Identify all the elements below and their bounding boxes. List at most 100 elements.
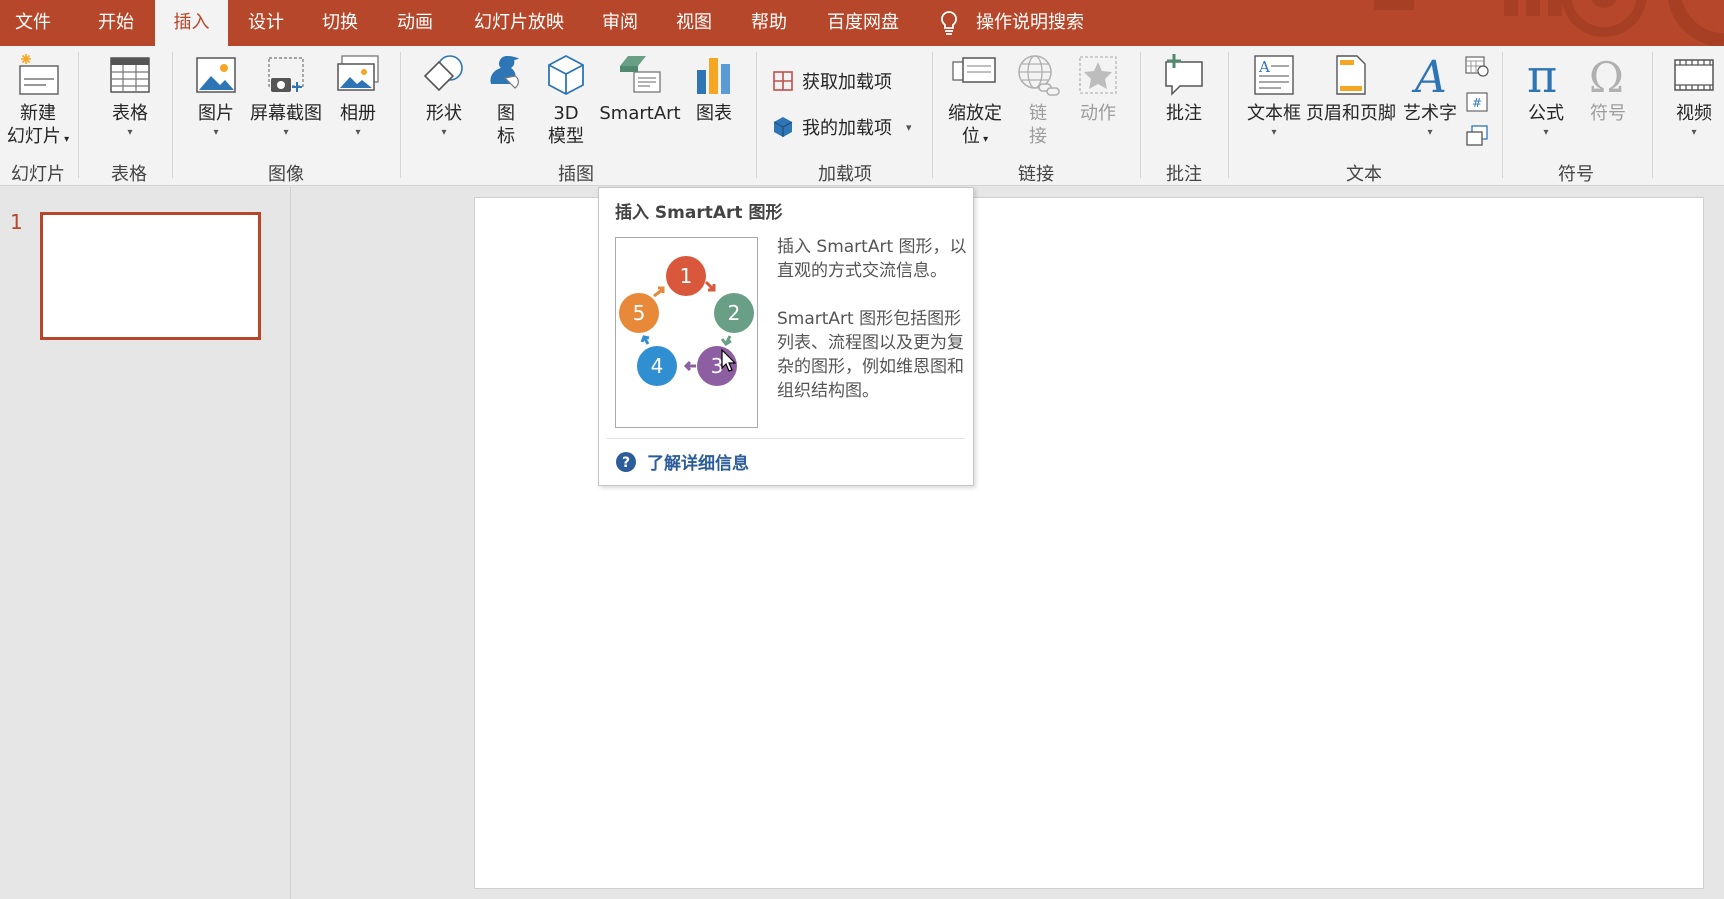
cycle-step-4: 4 [651,354,664,378]
tab-slideshow[interactable]: 幻灯片放映 [463,0,575,46]
slide-number-icon[interactable]: # [1464,90,1490,114]
object-icon[interactable] [1464,124,1490,148]
new-slide-label-1: 新建 [20,103,56,124]
link-label-1: 链 [1029,103,1047,124]
chart-icon [697,58,730,94]
video-label: 视频 [1676,103,1712,124]
star-action-icon [1079,56,1117,94]
zoom-button[interactable]: 缩放定 位 ▾ [944,52,1006,151]
tooltip-desc-1: 插入 SmartArt 图形，以直观的方式交流信息。 [777,237,967,281]
wordart-button[interactable]: A 艺术字 ▾ [1398,52,1462,139]
group-divider [1228,52,1229,178]
tooltip-title: 插入 SmartArt 图形 [615,203,783,223]
tooltip-description: 插入 SmartArt 图形，以直观的方式交流信息。 SmartArt 图形包括… [777,235,967,427]
header-footer-icon [1336,55,1366,95]
action-label: 动作 [1080,103,1116,124]
photo-album-button[interactable]: 相册 ▾ [326,52,390,139]
picture-icon [196,57,236,93]
tell-me-label: 操作说明搜索 [976,12,1084,33]
screenshot-button[interactable]: 屏幕截图 ▾ [248,52,324,139]
title-tab-bar: 文件 开始 插入 设计 切换 动画 幻灯片放映 审阅 视图 帮助 百度网盘 操作… [0,0,1724,46]
my-addins-button[interactable]: 我的加载项 ▾ [772,114,912,140]
tell-me-search[interactable]: 操作说明搜索 [938,0,1084,46]
zoom-icon [952,57,996,83]
chevron-down-icon: ▾ [60,134,70,145]
chevron-down-icon: ▾ [906,120,912,134]
icons-label-2: 标 [497,126,515,147]
tab-design[interactable]: 设计 [230,0,302,46]
globe-link-icon [1018,55,1060,96]
tooltip-divider [607,438,965,439]
store-icon [773,71,793,91]
3d-models-button[interactable]: 3D 模型 [536,52,596,148]
tab-home[interactable]: 开始 [80,0,152,46]
equation-button[interactable]: π 公式 ▾ [1516,52,1576,139]
tab-baidu-netdisk[interactable]: 百度网盘 [816,0,910,46]
group-label-addins: 加载项 [818,164,872,185]
wordart-label: 艺术字 [1403,103,1457,124]
link-label-2: 接 [1029,126,1047,147]
action-button[interactable]: 动作 [1068,52,1128,125]
group-divider [1140,52,1141,178]
screenshot-label: 屏幕截图 [250,103,322,124]
symbol-button[interactable]: Ω 符号 [1580,52,1636,125]
comment-icon [1165,54,1203,96]
video-button[interactable]: 视频 ▾ [1664,52,1724,139]
tab-review[interactable]: 审阅 [588,0,652,46]
tab-insert[interactable]: 插入 [155,0,228,46]
svg-text:A: A [1411,52,1447,98]
smartart-cycle-illustration: 1 2 3 4 5 [615,237,758,428]
svg-text:A: A [1258,58,1270,76]
tab-animations[interactable]: 动画 [378,0,452,46]
svg-text:π: π [1527,52,1557,98]
header-footer-button[interactable]: 页眉和页脚 [1304,52,1398,125]
tab-transitions[interactable]: 切换 [304,0,376,46]
icons-label-1: 图 [497,103,515,124]
get-addins-label: 获取加载项 [802,72,892,93]
get-addins-button[interactable]: 获取加载项 [772,68,892,94]
pi-icon: π [1527,52,1557,98]
decorative-pattern [1374,0,1724,46]
slide-number: 1 [10,210,23,234]
tab-file[interactable]: 文件 [0,0,66,46]
lightbulb-icon [941,11,957,35]
icons-icon [490,56,519,89]
group-label-symbols: 符号 [1558,164,1594,185]
pictures-button[interactable]: 图片 ▾ [186,52,246,139]
group-divider [932,52,933,178]
table-button[interactable]: 表格 ▾ [92,52,168,139]
chart-button[interactable]: 图表 [684,52,744,125]
group-label-slides: 幻灯片 [11,164,65,185]
cycle-diagram: 1 2 3 4 5 [619,256,754,386]
icons-button[interactable]: 图 标 [478,52,534,148]
chevron-down-icon: ▾ [979,134,989,145]
wordart-icon: A [1411,52,1447,98]
svg-text:Ω: Ω [1589,53,1624,98]
new-slide-label-2: 幻灯片 [6,126,61,147]
smartart-button[interactable]: SmartArt [598,52,682,125]
tab-help[interactable]: 帮助 [737,0,801,46]
cycle-step-1: 1 [680,264,693,288]
textbox-button[interactable]: A 文本框 ▾ [1240,52,1308,139]
zoom-label-2: 位 [961,126,980,147]
addin-cube-icon [773,117,793,137]
comment-button[interactable]: 批注 [1152,52,1216,125]
chevron-down-icon: ▾ [441,127,447,138]
date-time-icon[interactable] [1464,54,1490,78]
new-slide-button[interactable]: 新建 幻灯片 ▾ [2,52,74,151]
slide-thumbnail[interactable] [40,212,261,340]
learn-more-link[interactable]: ? 了解详细信息 [615,449,749,474]
tab-view[interactable]: 视图 [662,0,726,46]
chevron-down-icon: ▾ [283,127,289,138]
pictures-label: 图片 [198,103,234,124]
3d-models-label-1: 3D [553,103,579,124]
group-label-comments: 批注 [1166,164,1202,185]
group-label-illustrations: 插图 [558,164,594,185]
shapes-button[interactable]: 形状 ▾ [414,52,474,139]
link-button[interactable]: 链 接 [1010,52,1066,148]
group-divider [400,52,401,178]
chevron-down-icon: ▾ [213,127,219,138]
tooltip-desc-2: SmartArt 图形包括图形列表、流程图以及更为复杂的图形，例如维恩图和组织结… [777,309,964,401]
shapes-icon [423,55,463,92]
ribbon: 新建 幻灯片 ▾ 幻灯片 表格 ▾ 表格 图片 ▾ 屏幕截图 ▾ 相册 ▾ 图像… [0,46,1724,186]
